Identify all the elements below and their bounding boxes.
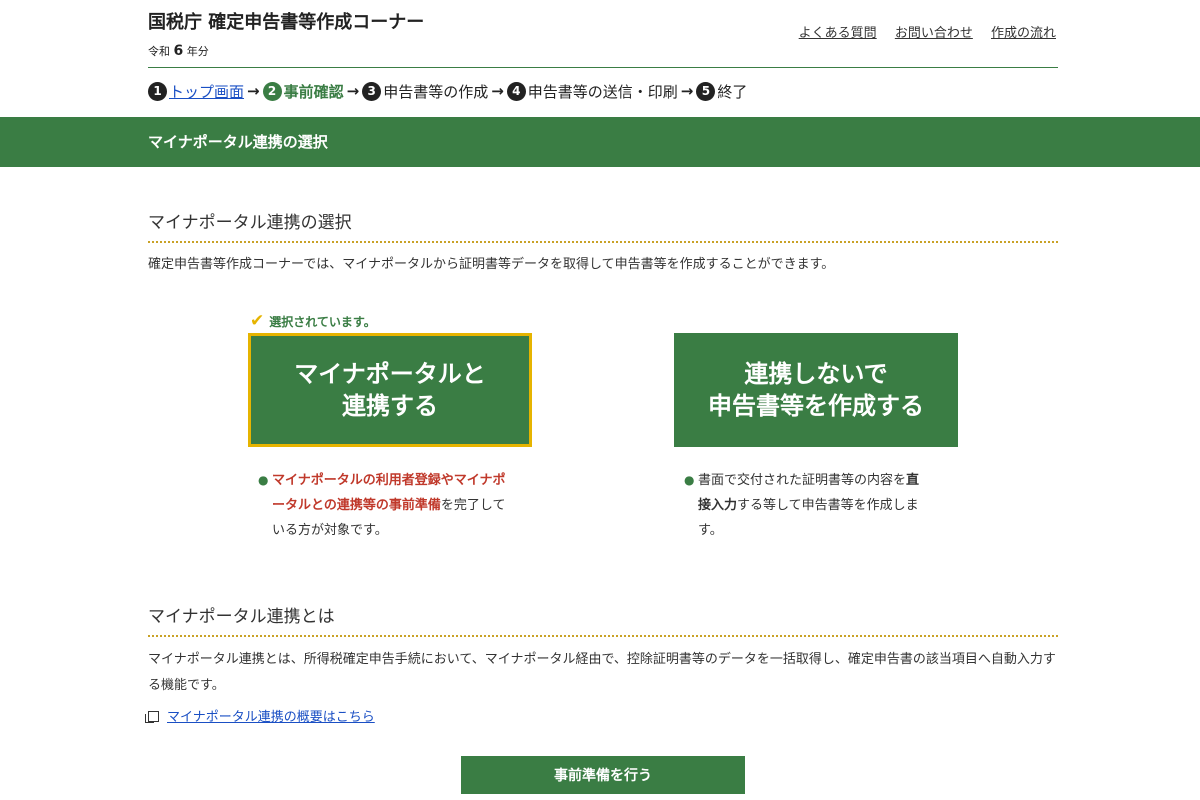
site-title: 国税庁 確定申告書等作成コーナー xyxy=(148,12,425,33)
proceed-button[interactable]: 事前準備を行う xyxy=(461,756,745,794)
header-links: よくある質問 お問い合わせ 作成の流れ xyxy=(785,22,1056,41)
section-title-selection: マイナポータル連携の選択 xyxy=(148,208,1058,243)
no-link-option-note: ● 書面で交付された証明書等の内容を直接入力する等して申告書等を作成します。 xyxy=(682,468,932,543)
external-window-icon xyxy=(145,711,159,723)
link-button-line1: マイナポータルと xyxy=(294,360,486,388)
step-1-number: 1 xyxy=(148,81,167,101)
section-description-about: マイナポータル連携とは、所得税確定申告手続において、マイナポータル経由で、控除証… xyxy=(148,652,1056,693)
arrow-icon: → xyxy=(247,82,260,100)
tax-year: 令和 6 年分 xyxy=(148,43,209,59)
year-suffix: 年分 xyxy=(186,45,209,58)
page-banner: マイナポータル連携の選択 xyxy=(0,117,1200,167)
flow-link[interactable]: 作成の流れ xyxy=(991,26,1056,41)
step-4-label: 申告書等の送信・印刷 xyxy=(527,82,678,101)
step-top-link[interactable]: トップ画面 xyxy=(169,81,244,102)
step-4-number: 4 xyxy=(506,81,526,101)
arrow-icon: → xyxy=(680,82,694,100)
overview-link-row: マイナポータル連携の概要はこちら xyxy=(145,706,375,725)
no-link-note-part1: 書面で交付された証明書等の内容を xyxy=(698,473,907,488)
step-5-label: 終了 xyxy=(717,82,748,101)
contact-link[interactable]: お問い合わせ xyxy=(895,26,973,41)
bullet-icon: ● xyxy=(258,473,269,487)
no-link-button[interactable]: 連携しないで 申告書等を作成する xyxy=(674,333,958,447)
selected-note-text: 選択されています。 xyxy=(269,315,376,329)
faq-link[interactable]: よくある質問 xyxy=(799,26,877,41)
step-3-number: 3 xyxy=(362,81,382,101)
arrow-icon: → xyxy=(491,82,504,100)
arrow-icon: → xyxy=(346,82,360,100)
section-title-about: マイナポータル連携とは xyxy=(148,602,1058,637)
bullet-icon: ● xyxy=(684,473,695,487)
no-link-button-line1: 連携しないで xyxy=(744,360,888,388)
progress-steps: 1 トップ画面 → 2 事前確認 → 3 申告書等の作成 → 4 申告書等の送信… xyxy=(148,80,747,102)
step-5-number: 5 xyxy=(696,81,716,101)
year-number: 6 xyxy=(173,43,184,59)
selected-note: ✔ 選択されています。 xyxy=(250,311,376,331)
link-button-line2: 連携する xyxy=(342,392,438,420)
header: 国税庁 確定申告書等作成コーナー 令和 6 年分 よくある質問 お問い合わせ 作… xyxy=(148,6,1058,68)
step-current-label: 事前確認 xyxy=(283,82,344,101)
step-3-label: 申告書等の作成 xyxy=(383,82,489,101)
step-2-number: 2 xyxy=(262,81,282,101)
no-link-button-line2: 申告書等を作成する xyxy=(708,392,924,420)
checkmark-icon: ✔ xyxy=(250,311,265,331)
year-prefix: 令和 xyxy=(148,45,170,58)
section-description-selection: 確定申告書等作成コーナーでは、マイナポータルから証明書等データを取得して申告書等… xyxy=(148,257,835,272)
link-mynaportal-button[interactable]: マイナポータルと 連携する xyxy=(248,333,532,447)
link-option-note: ● マイナポータルの利用者登録やマイナポータルとの連携等の事前準備を完了している… xyxy=(256,468,506,543)
overview-link[interactable]: マイナポータル連携の概要はこちら xyxy=(167,710,375,725)
